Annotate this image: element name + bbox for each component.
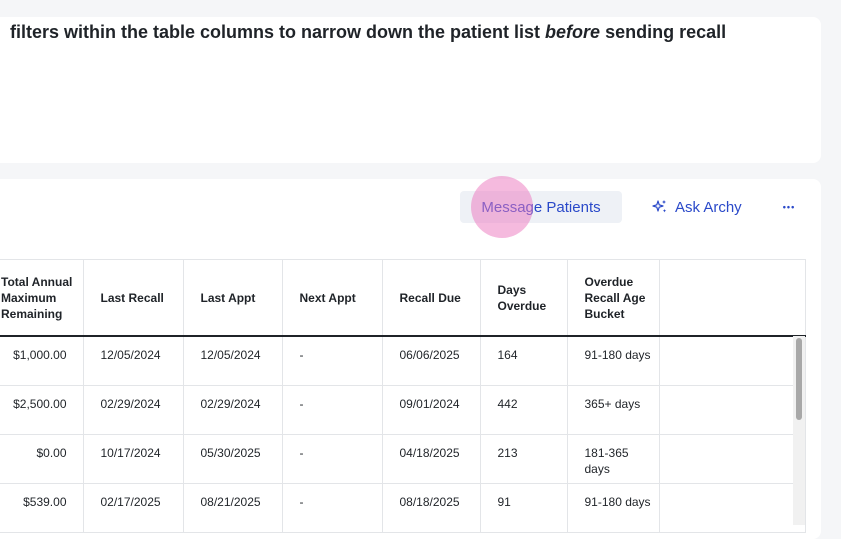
cell-empty xyxy=(659,434,806,484)
cell-days-overdue: 442 xyxy=(480,385,568,435)
cell-last-recall: 10/17/2024 xyxy=(83,434,184,484)
column-header-empty xyxy=(659,259,806,337)
cell-annual-max-remaining: $2,500.00 xyxy=(0,385,84,435)
table-row[interactable]: $1,000.00 12/05/2024 12/05/2024 - 06/06/… xyxy=(0,336,806,386)
instruction-text-end: sending recall xyxy=(600,22,727,42)
ask-archy-button[interactable]: Ask Archy xyxy=(652,196,742,218)
scrollbar-thumb[interactable] xyxy=(796,338,802,420)
cell-recall-due: 04/18/2025 xyxy=(382,434,481,484)
cell-recall-due: 09/01/2024 xyxy=(382,385,481,435)
instruction-text: filters within the table columns to narr… xyxy=(10,20,810,44)
column-header-next-appt[interactable]: Next Appt xyxy=(282,259,383,337)
cell-next-appt: - xyxy=(282,385,383,435)
more-options-icon: ••• xyxy=(782,202,796,212)
cell-last-appt: 02/29/2024 xyxy=(183,385,283,435)
table-header-row: Total Annual Maximum Remaining Last Reca… xyxy=(0,259,806,337)
cell-age-bucket: 181-365 days xyxy=(567,434,660,484)
column-header-recall-due[interactable]: Recall Due xyxy=(382,259,481,337)
column-header-total-annual-maximum-remaining[interactable]: Total Annual Maximum Remaining xyxy=(0,259,84,337)
column-header-last-recall[interactable]: Last Recall xyxy=(83,259,184,337)
cell-last-recall: 12/05/2024 xyxy=(83,336,184,386)
cell-age-bucket: 365+ days xyxy=(567,385,660,435)
cell-last-appt: 12/05/2024 xyxy=(183,336,283,386)
recall-table: Total Annual Maximum Remaining Last Reca… xyxy=(0,259,806,533)
cell-empty xyxy=(659,385,806,435)
column-header-days-overdue[interactable]: Days Overdue xyxy=(480,259,568,337)
cell-recall-due: 06/06/2025 xyxy=(382,336,481,386)
cell-annual-max-remaining: $1,000.00 xyxy=(0,336,84,386)
table-row[interactable]: $2,500.00 02/29/2024 02/29/2024 - 09/01/… xyxy=(0,385,806,435)
column-header-overdue-recall-age-bucket[interactable]: Overdue Recall Age Bucket xyxy=(567,259,660,337)
message-patients-label: Message Patients xyxy=(481,198,601,216)
instruction-text-start: filters within the table columns to narr… xyxy=(10,22,546,42)
cell-annual-max-remaining: $0.00 xyxy=(0,434,84,484)
ask-archy-label: Ask Archy xyxy=(675,198,742,216)
more-options-button[interactable]: ••• xyxy=(777,196,801,218)
sparkle-icon xyxy=(652,200,667,213)
table-scrollbar[interactable] xyxy=(793,336,805,525)
instruction-emphasis: before xyxy=(545,22,601,42)
cell-last-recall: 02/29/2024 xyxy=(83,385,184,435)
cell-age-bucket: 91-180 days xyxy=(567,336,660,386)
column-header-last-appt[interactable]: Last Appt xyxy=(183,259,283,337)
table-row[interactable]: $0.00 10/17/2024 05/30/2025 - 04/18/2025… xyxy=(0,434,806,484)
cell-next-appt: - xyxy=(282,434,383,484)
cell-empty xyxy=(659,336,806,386)
cell-days-overdue: 213 xyxy=(480,434,568,484)
cell-days-overdue: 164 xyxy=(480,336,568,386)
cell-next-appt: - xyxy=(282,336,383,386)
cell-last-appt: 05/30/2025 xyxy=(183,434,283,484)
message-patients-button[interactable]: Message Patients xyxy=(460,191,622,223)
